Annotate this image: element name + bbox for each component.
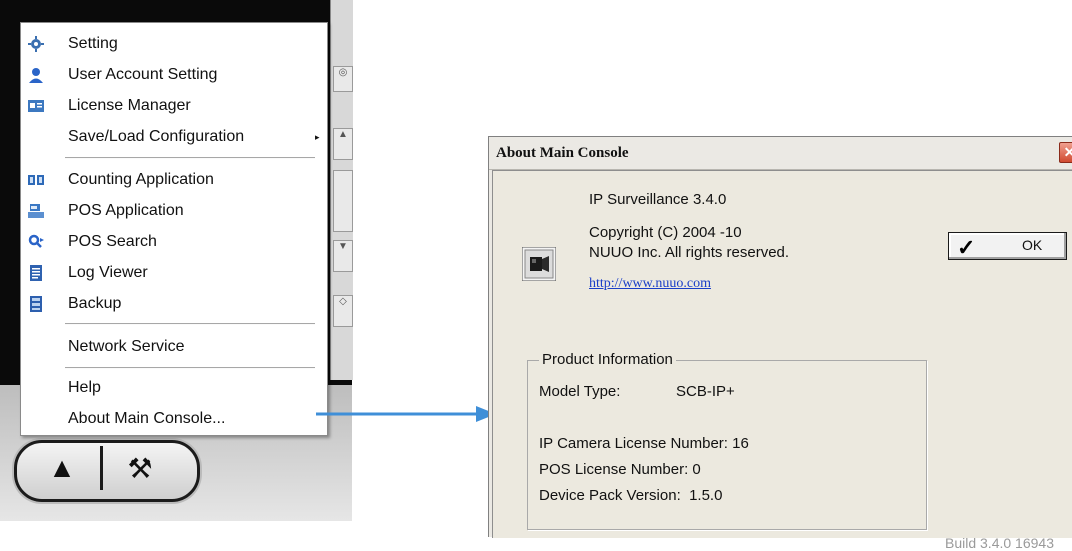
log-document-icon (27, 264, 45, 282)
ip-camera-license-number: IP Camera License Number: 16 (539, 435, 749, 452)
pos-search-icon (27, 233, 45, 251)
dialog-titlebar[interactable]: About Main Console ✕ (489, 137, 1072, 170)
copyright-text: Copyright (C) 2004 -10 (589, 224, 742, 241)
menu-separator (65, 323, 315, 325)
backup-icon (27, 295, 45, 313)
website-link[interactable]: http://www.nuuo.com (589, 276, 711, 292)
menu-item-label: Setting (68, 35, 118, 52)
menu-item-license-manager[interactable]: License Manager (21, 91, 327, 121)
layout-button[interactable]: ◇ (333, 295, 353, 327)
model-type-label: Model Type: (539, 383, 621, 400)
rights-text: NUUO Inc. All rights reserved. (589, 244, 790, 261)
camera-app-icon (521, 246, 557, 282)
menu-item-label: POS Application (68, 202, 184, 219)
submenu-arrow-icon: ▸ (315, 131, 320, 142)
pos-license-number: POS License Number: 0 (539, 461, 701, 478)
menu-item-label: User Account Setting (68, 66, 218, 83)
gear-icon (27, 35, 45, 53)
menu-item-label: Backup (68, 295, 122, 312)
menu-item-backup[interactable]: Backup (21, 289, 327, 319)
product-information-legend: Product Information (539, 351, 676, 368)
ptz-control[interactable] (333, 170, 353, 232)
device-pack-version: Device Pack Version: 1.5.0 (539, 487, 723, 504)
warning-icon[interactable]: ▲ (32, 446, 92, 490)
menu-item-pos-application[interactable]: POS Application (21, 196, 327, 226)
menu-item-about-main-console[interactable]: About Main Console... (21, 404, 327, 434)
close-button[interactable]: ✕ (1059, 142, 1072, 163)
menu-item-pos-search[interactable]: POS Search (21, 227, 327, 257)
close-icon: ✕ (1063, 144, 1072, 160)
connector-arrow-icon (316, 406, 496, 422)
scroll-up-button[interactable]: ▲ (333, 128, 353, 160)
menu-item-user-account-setting[interactable]: User Account Setting (21, 60, 327, 90)
model-type-value: SCB-IP+ (676, 383, 735, 400)
counting-icon (27, 171, 45, 189)
ok-button[interactable]: ✓ OK (948, 232, 1067, 260)
dialog-content: IP Surveillance 3.4.0 Copyright (C) 2004… (492, 170, 1072, 551)
user-icon (27, 66, 45, 84)
menu-item-label: Log Viewer (68, 264, 148, 281)
menu-item-network-service[interactable]: Network Service (21, 332, 327, 362)
menu-item-label: Network Service (68, 338, 185, 355)
menu-item-save-load-configuration[interactable]: Save/Load Configuration ▸ (21, 122, 327, 152)
checkmark-icon: ✓ (957, 235, 976, 260)
product-name: IP Surveillance 3.4.0 (589, 191, 727, 208)
menu-item-label: POS Search (68, 233, 157, 250)
menu-item-label: About Main Console... (68, 410, 226, 427)
menu-item-help[interactable]: Help (21, 373, 327, 403)
zoom-button[interactable]: ◎ (333, 66, 353, 92)
main-menu: Setting User Account Setting License Man… (20, 22, 328, 436)
toolbar-divider (100, 446, 103, 490)
menu-separator (65, 367, 315, 369)
license-card-icon (27, 97, 45, 115)
about-dialog: About Main Console ✕ IP Surveillance 3.4… (488, 136, 1072, 551)
menu-item-label: License Manager (68, 97, 191, 114)
menu-item-label: Help (68, 379, 101, 396)
dialog-title: About Main Console (496, 145, 629, 161)
menu-item-setting[interactable]: Setting (21, 29, 327, 59)
menu-separator (65, 157, 315, 159)
menu-item-log-viewer[interactable]: Log Viewer (21, 258, 327, 288)
menu-item-label: Counting Application (68, 171, 214, 188)
scroll-down-button[interactable]: ▼ (333, 240, 353, 272)
build-number: Build 3.4.0 16943 (945, 535, 1054, 551)
tool-icon[interactable]: ⚒ (110, 446, 170, 490)
menu-item-counting-application[interactable]: Counting Application (21, 165, 327, 195)
menu-item-label: Save/Load Configuration (68, 128, 245, 145)
ok-label: OK (1022, 237, 1043, 253)
pos-terminal-icon (27, 202, 45, 220)
